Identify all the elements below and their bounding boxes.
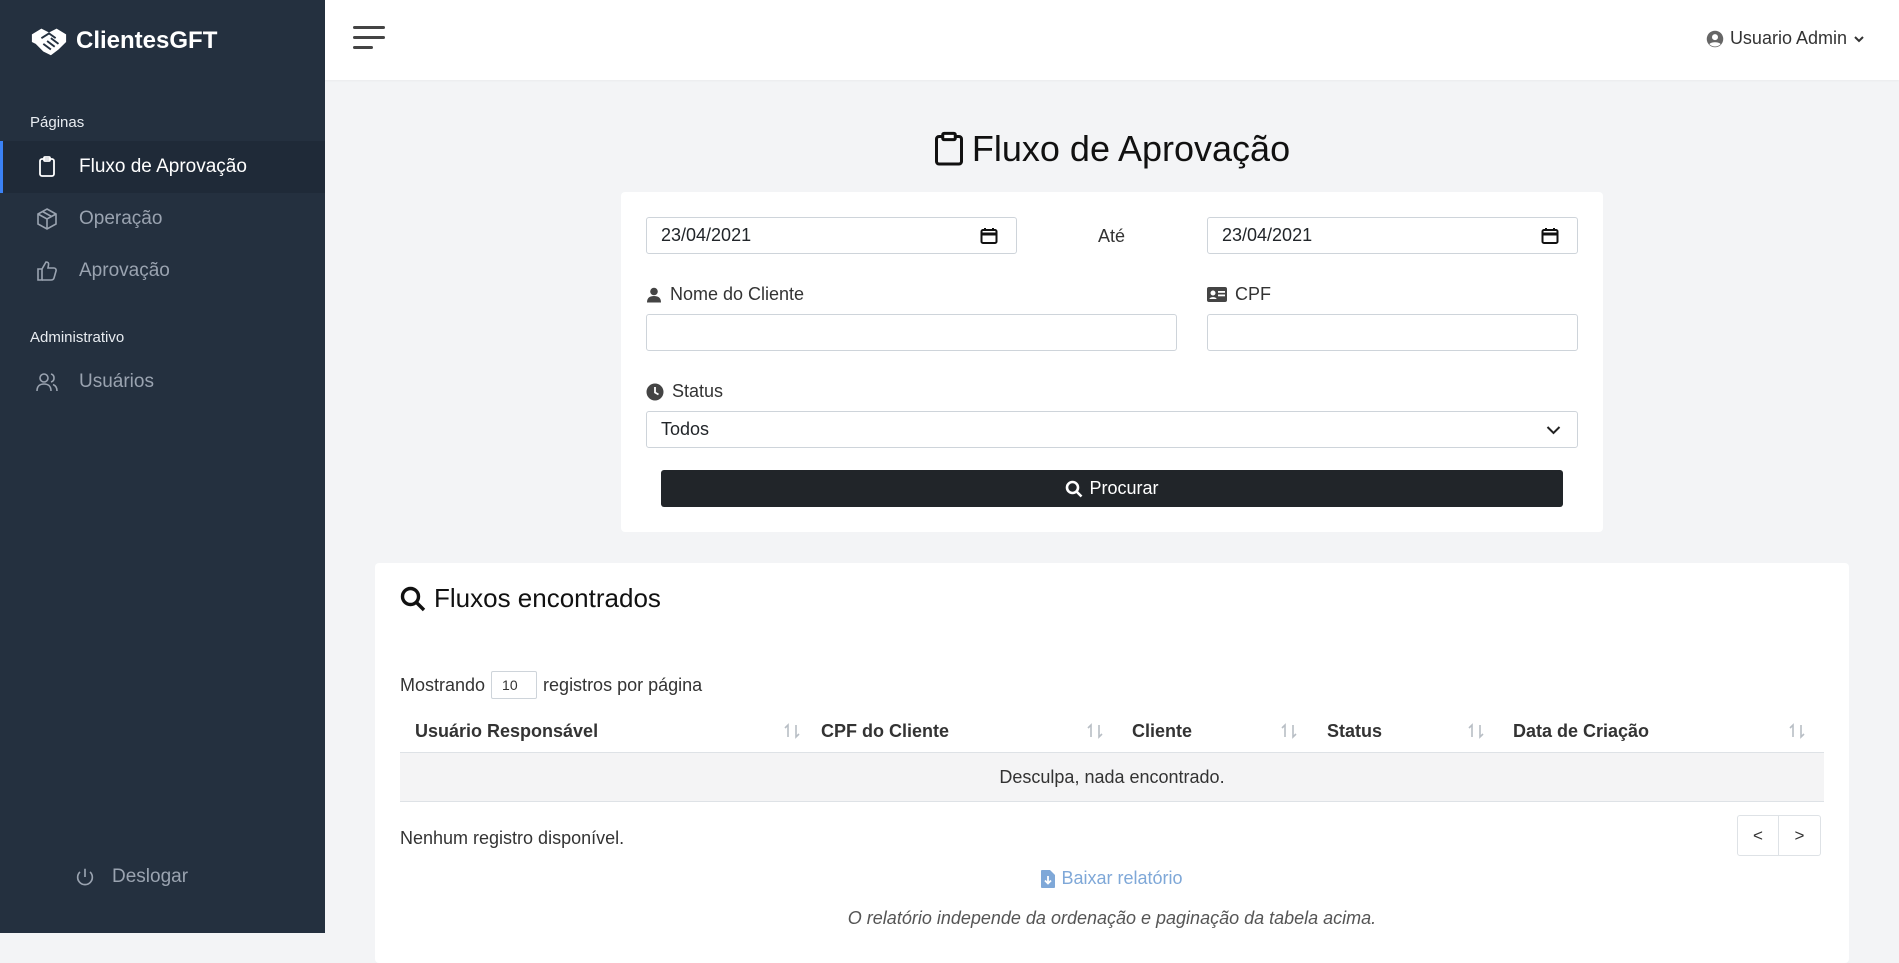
sort-icon <box>1468 723 1484 739</box>
filter-card: 23/04/2021 Até 23/04/2021 Nome do Client… <box>621 192 1603 532</box>
page-length-select[interactable]: 10 <box>491 671 538 699</box>
handshake-icon <box>31 28 67 56</box>
table-header: Usuário Responsável CPF do Cliente Clien… <box>400 710 1824 753</box>
section-label-paginas: Páginas <box>30 114 85 131</box>
topbar: Usuario Admin <box>325 0 1899 80</box>
report-note: O relatório independe da ordenação e pag… <box>847 908 1377 928</box>
column-header-cpf-do-cliente[interactable]: CPF do Cliente <box>821 710 1111 752</box>
id-card-icon <box>1207 287 1227 302</box>
cpf-label-text: CPF <box>1235 284 1271 304</box>
date-from-value: 23/04/2021 <box>661 225 752 245</box>
sidebar-item-label: Aprovação <box>79 260 170 281</box>
column-header-usuario-responsavel[interactable]: Usuário Responsável <box>415 710 800 752</box>
status-select-value: Todos <box>661 419 710 439</box>
sort-icon <box>784 723 800 739</box>
clipboard-icon <box>39 156 55 177</box>
sidebar-item-label: Fluxo de Aprovação <box>79 156 247 177</box>
column-header-label: Cliente <box>1132 720 1193 741</box>
date-to-value: 23/04/2021 <box>1222 225 1313 245</box>
date-to-input[interactable]: 23/04/2021 <box>1207 217 1578 254</box>
sidebar-item-fluxo-de-aprovacao[interactable]: Fluxo de Aprovação <box>0 141 325 193</box>
column-header-label: Status <box>1327 720 1383 741</box>
sort-icon <box>1789 723 1805 739</box>
page-title-text: Fluxo de Aprovação <box>971 128 1291 169</box>
table-empty-row: Desculpa, nada encontrado. <box>400 753 1824 802</box>
sidebar-item-usuarios[interactable]: Usuários <box>0 356 325 408</box>
clipboard-icon <box>934 131 963 166</box>
chevron-down-icon <box>1854 35 1864 42</box>
user-circle-icon <box>1706 30 1724 47</box>
date-from-input[interactable]: 23/04/2021 <box>646 217 1017 254</box>
logout-label: Deslogar <box>112 866 189 887</box>
power-icon <box>76 868 94 886</box>
brand-name: ClientesGFT <box>76 27 218 54</box>
client-name-label: Nome do Cliente <box>646 284 804 305</box>
status-label: Status <box>646 381 723 402</box>
file-download-icon <box>1041 869 1056 888</box>
results-title: Fluxos encontrados <box>400 583 661 614</box>
user-menu[interactable]: Usuario Admin <box>1706 28 1865 49</box>
date-to-label: Até <box>1098 226 1126 246</box>
sidebar-item-operacao[interactable]: Operação <box>0 193 325 245</box>
user-icon <box>647 287 661 302</box>
sidebar-item-label: Operação <box>79 208 163 229</box>
sort-icon <box>1087 723 1103 739</box>
status-select[interactable]: Todos <box>646 411 1578 448</box>
client-name-input[interactable] <box>646 314 1177 351</box>
sidebar-item-label: Usuários <box>79 371 154 392</box>
page-length-suffix: registros por página <box>543 674 703 695</box>
menu-toggle-icon[interactable] <box>353 26 385 52</box>
thumbs-up-icon <box>37 261 57 281</box>
column-header-label: Usuário Responsável <box>415 720 599 741</box>
column-header-data-de-criacao[interactable]: Data de Criação <box>1513 710 1813 752</box>
users-icon <box>36 373 58 392</box>
chevron-down-icon <box>1546 426 1561 435</box>
column-header-cliente[interactable]: Cliente <box>1132 710 1312 752</box>
cpf-label: CPF <box>1207 284 1271 305</box>
page-length-prefix: Mostrando <box>400 674 486 695</box>
client-name-label-text: Nome do Cliente <box>670 284 805 304</box>
table-info: Nenhum registro disponível. <box>400 828 625 848</box>
sidebar-item-aprovacao[interactable]: Aprovação <box>0 245 325 297</box>
clock-icon <box>646 383 664 400</box>
download-report-label: Baixar relatório <box>1061 868 1183 888</box>
page-length-control: Mostrando 10 registros por página <box>400 671 702 699</box>
section-label-administrativo: Administrativo <box>30 329 125 346</box>
calendar-icon[interactable] <box>1541 227 1559 245</box>
cpf-input[interactable] <box>1207 314 1578 351</box>
status-label-text: Status <box>672 381 724 401</box>
brand[interactable]: ClientesGFT <box>30 24 217 58</box>
page-length-value: 10 <box>502 677 518 693</box>
next-page-button[interactable]: > <box>1779 815 1821 856</box>
previous-page-button[interactable]: < <box>1737 815 1779 856</box>
download-report-link[interactable]: Baixar relatório <box>375 868 1849 889</box>
search-icon <box>1066 480 1083 497</box>
column-header-status[interactable]: Status <box>1327 710 1507 752</box>
search-button[interactable]: Procurar <box>661 470 1563 507</box>
logout-button[interactable]: Deslogar <box>74 862 188 892</box>
search-icon <box>400 586 426 611</box>
user-name: Usuario Admin <box>1729 28 1847 48</box>
box-icon <box>37 208 57 230</box>
pagination: < > <box>1737 815 1821 856</box>
results-card: Fluxos encontrados Mostrando 10 registro… <box>375 563 1849 963</box>
empty-message: Desculpa, nada encontrado. <box>999 766 1225 787</box>
search-button-label: Procurar <box>1089 478 1159 498</box>
sort-icon <box>1281 723 1297 739</box>
results-title-text: Fluxos encontrados <box>434 583 661 613</box>
sidebar: ClientesGFT Páginas Fluxo de Aprovação O… <box>0 0 325 933</box>
page-title: Fluxo de Aprovação <box>325 128 1899 170</box>
column-header-label: Data de Criação <box>1513 720 1650 741</box>
column-header-label: CPF do Cliente <box>821 720 950 741</box>
calendar-icon[interactable] <box>980 227 998 245</box>
